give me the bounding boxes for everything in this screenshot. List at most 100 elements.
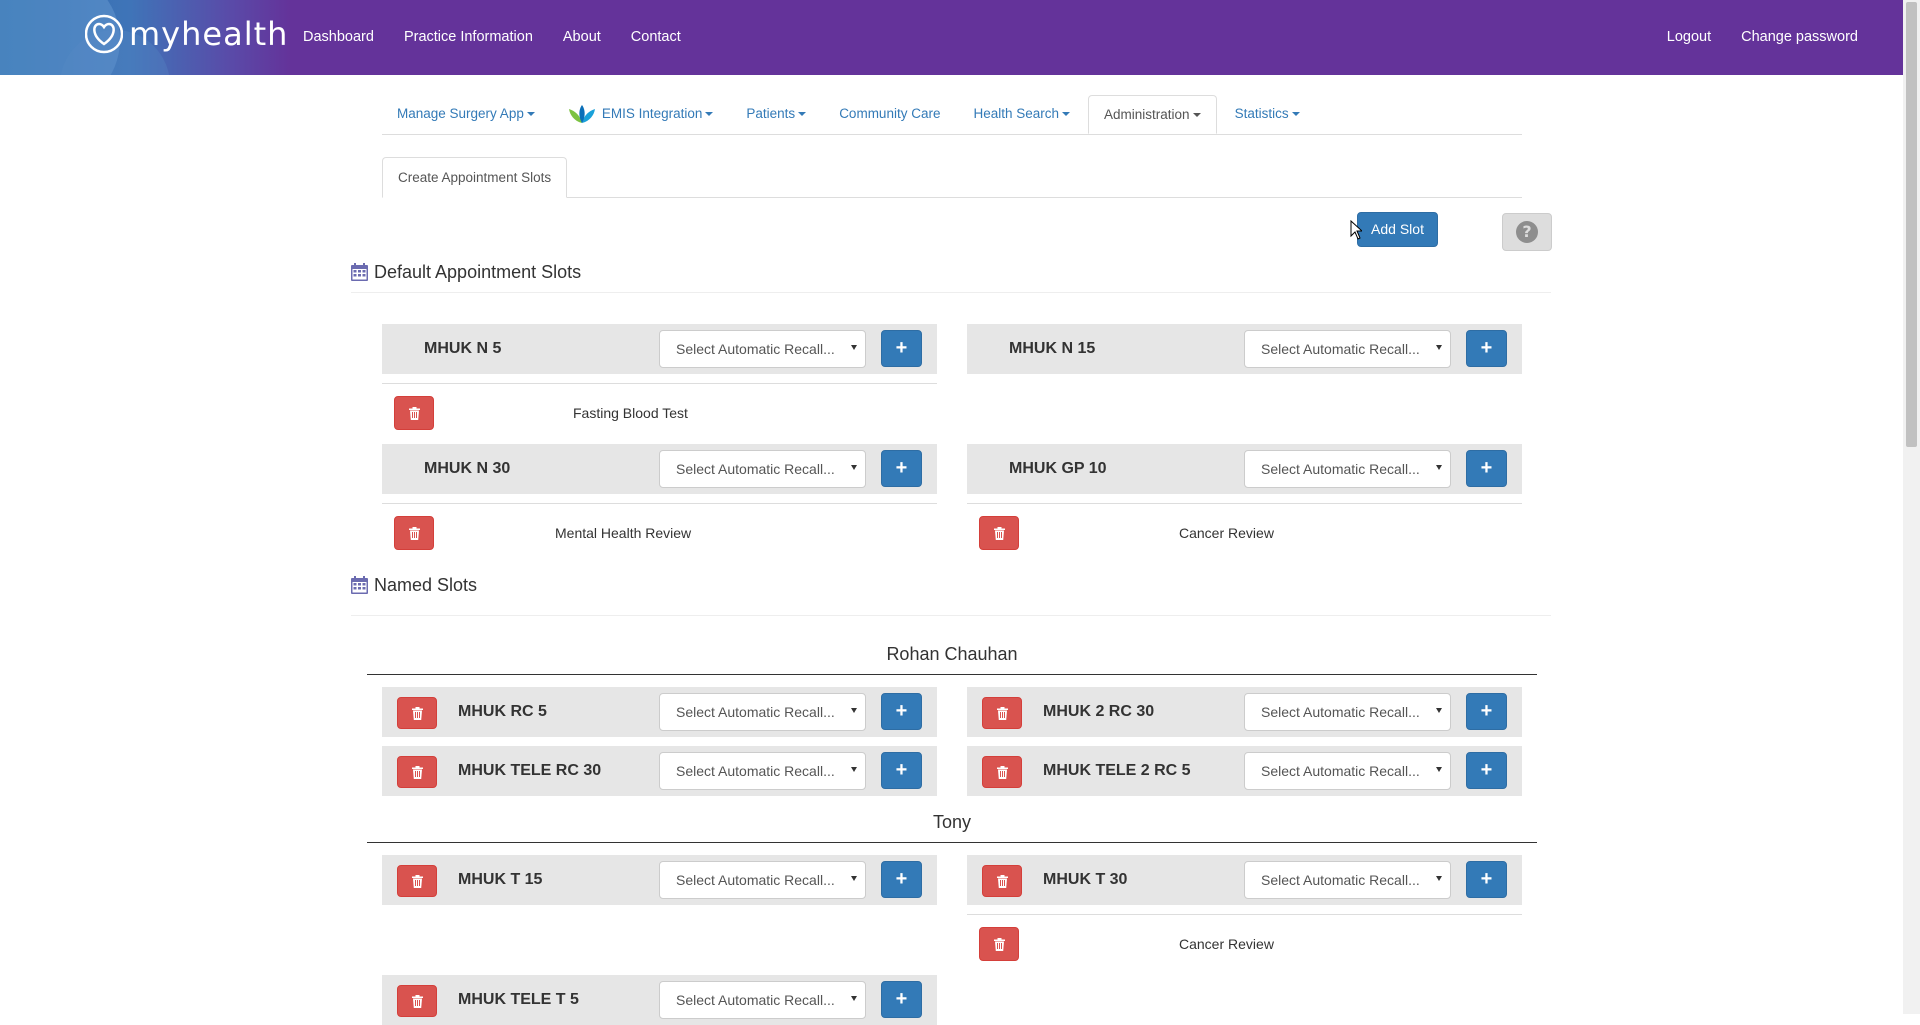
automatic-recall-select[interactable]: Select Automatic Recall... [659, 981, 866, 1019]
tab-emis-integration[interactable]: EMIS Integration [553, 95, 729, 133]
automatic-recall-select[interactable]: Select Automatic Recall... [1244, 450, 1451, 488]
dropdown-arrow-icon [1436, 465, 1442, 470]
trash-icon [411, 765, 423, 779]
trash-icon [993, 526, 1005, 540]
tab-health-search[interactable]: Health Search [958, 95, 1085, 133]
nav-dashboard[interactable]: Dashboard [288, 0, 389, 75]
caret-down-icon [1291, 112, 1300, 116]
tab-community-care[interactable]: Community Care [824, 95, 955, 133]
person-heading: Rohan Chauhan [367, 644, 1537, 675]
main-nav: Dashboard Practice Information About Con… [288, 0, 696, 75]
trash-icon [411, 994, 423, 1008]
section-title-text: Default Appointment Slots [374, 262, 582, 282]
delete-recall-button[interactable] [979, 927, 1019, 961]
automatic-recall-select[interactable]: Select Automatic Recall... [659, 752, 866, 790]
delete-recall-button[interactable] [394, 516, 434, 550]
automatic-recall-select[interactable]: Select Automatic Recall... [1244, 752, 1451, 790]
slot-name: MHUK N 30 [424, 460, 511, 477]
dropdown-arrow-icon [851, 465, 857, 470]
slot-row: MHUK N 30 Select Automatic Recall... + [382, 444, 937, 494]
slot-name: MHUK TELE T 5 [458, 991, 579, 1008]
recall-label: Mental Health Review [555, 525, 692, 541]
automatic-recall-select[interactable]: Select Automatic Recall... [659, 330, 866, 368]
nav-logout[interactable]: Logout [1652, 0, 1726, 75]
nav-about[interactable]: About [548, 0, 616, 75]
slot-row: MHUK TELE 2 RC 5 Select Automatic Recall… [967, 746, 1522, 796]
page-scrollbar[interactable] [1903, 0, 1920, 1014]
caret-down-icon [526, 112, 535, 116]
nav-contact[interactable]: Contact [616, 0, 696, 75]
default-slots-heading: Default Appointment Slots [351, 262, 1551, 293]
slot-name: MHUK 2 RC 30 [1043, 703, 1155, 720]
tab-label: Community Care [839, 106, 941, 121]
trash-icon [408, 406, 420, 420]
delete-recall-button[interactable] [979, 516, 1019, 550]
add-recall-button[interactable]: + [1466, 693, 1507, 730]
add-recall-button[interactable]: + [1466, 861, 1507, 898]
slot-row: MHUK N 5 Select Automatic Recall... + [382, 324, 937, 374]
add-recall-button[interactable]: + [881, 752, 922, 789]
delete-slot-button[interactable] [397, 697, 437, 729]
recall-row: Cancer Review [967, 503, 1522, 554]
caret-down-icon [705, 112, 714, 116]
tab-label: Statistics [1234, 106, 1289, 121]
delete-slot-button[interactable] [982, 865, 1022, 897]
tab-patients[interactable]: Patients [731, 95, 821, 133]
help-button[interactable]: ? [1502, 213, 1552, 251]
automatic-recall-select[interactable]: Select Automatic Recall... [1244, 861, 1451, 899]
dropdown-arrow-icon [1436, 876, 1442, 881]
trash-icon [996, 874, 1008, 888]
slot-name: MHUK T 15 [458, 871, 543, 888]
scrollbar-thumb[interactable] [1906, 2, 1917, 447]
recall-label: Fasting Blood Test [573, 405, 688, 421]
add-recall-button[interactable]: + [881, 693, 922, 730]
delete-slot-button[interactable] [982, 697, 1022, 729]
automatic-recall-select[interactable]: Select Automatic Recall... [659, 861, 866, 899]
automatic-recall-select[interactable]: Select Automatic Recall... [1244, 693, 1451, 731]
delete-slot-button[interactable] [397, 756, 437, 788]
add-recall-button[interactable]: + [881, 981, 922, 1018]
brand-name: myhealth [129, 15, 289, 53]
tab-administration[interactable]: Administration [1088, 95, 1217, 134]
add-recall-button[interactable]: + [1466, 330, 1507, 367]
brand-logo[interactable]: myhealth uk [0, 0, 290, 75]
automatic-recall-select[interactable]: Select Automatic Recall... [659, 450, 866, 488]
tab-create-appointment-slots[interactable]: Create Appointment Slots [382, 157, 568, 198]
nav-practice-information[interactable]: Practice Information [389, 0, 548, 75]
delete-slot-button[interactable] [397, 985, 437, 1017]
delete-recall-button[interactable] [394, 396, 434, 430]
automatic-recall-select[interactable]: Select Automatic Recall... [1244, 330, 1451, 368]
automatic-recall-select[interactable]: Select Automatic Recall... [659, 693, 866, 731]
caret-down-icon [1192, 112, 1201, 117]
caret-down-icon [798, 112, 807, 116]
slot-row: MHUK T 30 Select Automatic Recall... + [967, 855, 1522, 905]
delete-slot-button[interactable] [397, 865, 437, 897]
heart-stethoscope-icon [85, 14, 123, 54]
trash-icon [408, 526, 420, 540]
slot-row: MHUK T 15 Select Automatic Recall... + [382, 855, 937, 905]
dropdown-arrow-icon [851, 876, 857, 881]
slot-name: MHUK N 5 [424, 340, 502, 357]
tab-statistics[interactable]: Statistics [1220, 95, 1315, 133]
add-recall-button[interactable]: + [881, 330, 922, 367]
question-icon: ? [1516, 221, 1538, 243]
add-recall-button[interactable]: + [881, 861, 922, 898]
add-recall-button[interactable]: + [881, 450, 922, 487]
add-recall-button[interactable]: + [1466, 450, 1507, 487]
slot-row: MHUK N 15 Select Automatic Recall... + [967, 324, 1522, 374]
slot-name: MHUK TELE RC 30 [458, 762, 602, 779]
delete-slot-button[interactable] [982, 756, 1022, 788]
tab-manage-surgery-app[interactable]: Manage Surgery App [382, 95, 550, 133]
nav-change-password[interactable]: Change password [1726, 0, 1873, 75]
trash-icon [411, 706, 423, 720]
emis-logo-icon [568, 105, 595, 123]
add-recall-button[interactable]: + [1466, 752, 1507, 789]
sub-tabs: Create Appointment Slots [382, 157, 1522, 198]
trash-icon [993, 937, 1005, 951]
add-slot-button[interactable]: Add Slot [1357, 212, 1438, 247]
recall-row: Cancer Review [967, 914, 1522, 965]
dropdown-arrow-icon [851, 345, 857, 350]
dropdown-arrow-icon [1436, 708, 1442, 713]
calendar-icon [351, 576, 368, 594]
slot-name: MHUK RC 5 [458, 703, 547, 720]
